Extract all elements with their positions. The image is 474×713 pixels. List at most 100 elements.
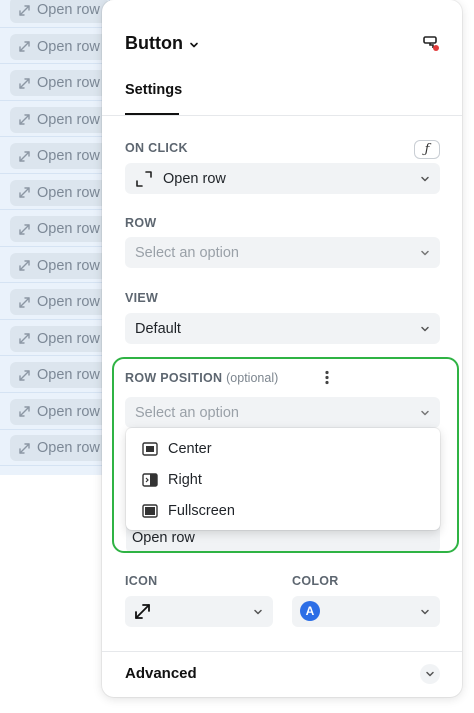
chevron-down-icon (421, 410, 429, 416)
chevron-down-icon (421, 609, 429, 615)
expand-diagonal-icon (135, 170, 153, 188)
row-select[interactable]: Select an option (125, 237, 440, 268)
open-row-label: Open row (37, 2, 100, 18)
tab-settings[interactable]: Settings (125, 82, 182, 98)
table-row: Open row (0, 29, 110, 65)
open-row-label: Open row (37, 184, 100, 201)
color-swatch: A (300, 601, 320, 621)
open-row-label: Open row (37, 111, 100, 128)
expand-diagonal-icon (19, 77, 30, 89)
expand-diagonal-icon (19, 333, 30, 345)
chevron-down-icon (421, 250, 429, 256)
option-label: Fullscreen (168, 502, 235, 519)
on-click-select[interactable]: Open row (125, 163, 440, 194)
right-panel-icon (142, 472, 158, 487)
open-row-button[interactable]: Open row (10, 70, 108, 97)
option-right[interactable]: Right (126, 464, 440, 495)
on-click-label: ON CLICK (125, 141, 188, 155)
table-row: Open row (0, 65, 110, 101)
open-row-button[interactable]: Open row (10, 179, 108, 206)
row-position-label: ROW POSITION (optional) (125, 371, 278, 385)
expand-diagonal-icon (19, 41, 30, 52)
row-label: ROW (125, 216, 157, 230)
more-options-icon[interactable] (323, 370, 331, 386)
advanced-section-toggle[interactable]: Advanced (125, 665, 197, 682)
row-position-dropdown: Center Right Fullscreen (126, 428, 440, 530)
chevron-down-icon[interactable] (420, 664, 440, 684)
expand-diagonal-icon (19, 260, 30, 271)
chevron-down-icon (421, 326, 429, 332)
row-position-label-text: ROW POSITION (125, 371, 223, 385)
table-row: Open row (0, 211, 110, 247)
row-position-placeholder: Select an option (135, 404, 239, 421)
open-row-label: Open row (37, 294, 100, 311)
expand-diagonal-icon (19, 224, 30, 235)
open-row-label: Open row (37, 148, 100, 165)
open-row-button[interactable]: Open row (10, 143, 108, 170)
on-click-value: Open row (163, 170, 226, 187)
open-row-label: Open row (37, 330, 100, 347)
view-value: Default (135, 320, 181, 337)
fullscreen-layout-icon (142, 503, 158, 518)
center-layout-icon (142, 441, 158, 456)
chevron-down-icon (190, 42, 198, 47)
icon-select[interactable] (125, 596, 273, 627)
table-row: Open row (0, 248, 110, 284)
table-row: Open row (0, 357, 110, 393)
divider (102, 115, 462, 116)
open-row-label: Open row (37, 367, 100, 384)
open-row-button[interactable]: Open row (10, 33, 108, 60)
table-row: Open row (0, 102, 110, 138)
open-row-button[interactable]: Open row (10, 106, 108, 133)
panel-title[interactable]: Button (125, 33, 199, 54)
open-row-button[interactable]: Open row (10, 216, 108, 243)
open-row-label: Open row (37, 38, 100, 55)
chevron-down-icon (254, 609, 262, 615)
open-row-button[interactable]: Open row (10, 435, 108, 462)
open-row-button[interactable]: Open row (10, 289, 108, 316)
row-position-select[interactable]: Select an option (125, 397, 440, 428)
table-row: Open row (0, 430, 110, 467)
open-row-label: Open row (37, 440, 100, 457)
chevron-down-icon (421, 176, 429, 182)
open-row-button[interactable]: Open row (10, 325, 108, 352)
option-fullscreen[interactable]: Fullscreen (126, 495, 440, 526)
open-row-button[interactable]: Open row (10, 0, 108, 23)
table-row: Open row (0, 284, 110, 320)
expand-diagonal-icon (19, 297, 30, 308)
table-row: Open row (0, 321, 110, 357)
option-label: Right (168, 471, 202, 488)
expand-diagonal-icon (19, 370, 30, 381)
color-label: COLOR (292, 574, 339, 588)
table-row: Open row (0, 394, 110, 430)
icon-label: ICON (125, 574, 158, 588)
option-label: Center (168, 440, 212, 457)
formula-toggle-button[interactable]: ƒ (414, 140, 440, 159)
panel-title-text: Button (125, 33, 183, 53)
button-settings-panel: Button Settings ON CLICK ƒ Open row ROW … (102, 0, 462, 697)
color-select[interactable]: A (292, 596, 440, 627)
open-row-button[interactable]: Open row (10, 252, 108, 279)
expand-diagonal-icon (19, 187, 30, 198)
expand-diagonal-icon (19, 4, 30, 16)
table-row: Open row (0, 0, 110, 28)
open-row-button[interactable]: Open row (10, 398, 108, 425)
open-row-label: Open row (37, 75, 100, 92)
open-row-button[interactable]: Open row (10, 362, 108, 389)
open-row-label: Open row (37, 257, 100, 274)
expand-diagonal-icon (135, 604, 150, 619)
background-table: Open row Open row Open row Open row Open row… (0, 0, 110, 475)
row-placeholder: Select an option (135, 244, 239, 261)
option-center[interactable]: Center (126, 433, 440, 464)
expand-diagonal-icon (19, 406, 30, 418)
table-row: Open row (0, 175, 110, 211)
paint-format-icon[interactable] (422, 34, 440, 57)
expand-diagonal-icon (19, 114, 30, 125)
optional-tag: (optional) (226, 371, 279, 385)
open-row-label: Open row (37, 221, 100, 238)
view-select[interactable]: Default (125, 313, 440, 344)
divider (102, 651, 462, 652)
view-label: VIEW (125, 291, 159, 305)
open-row-label: Open row (37, 403, 100, 420)
expand-diagonal-icon (19, 443, 30, 454)
